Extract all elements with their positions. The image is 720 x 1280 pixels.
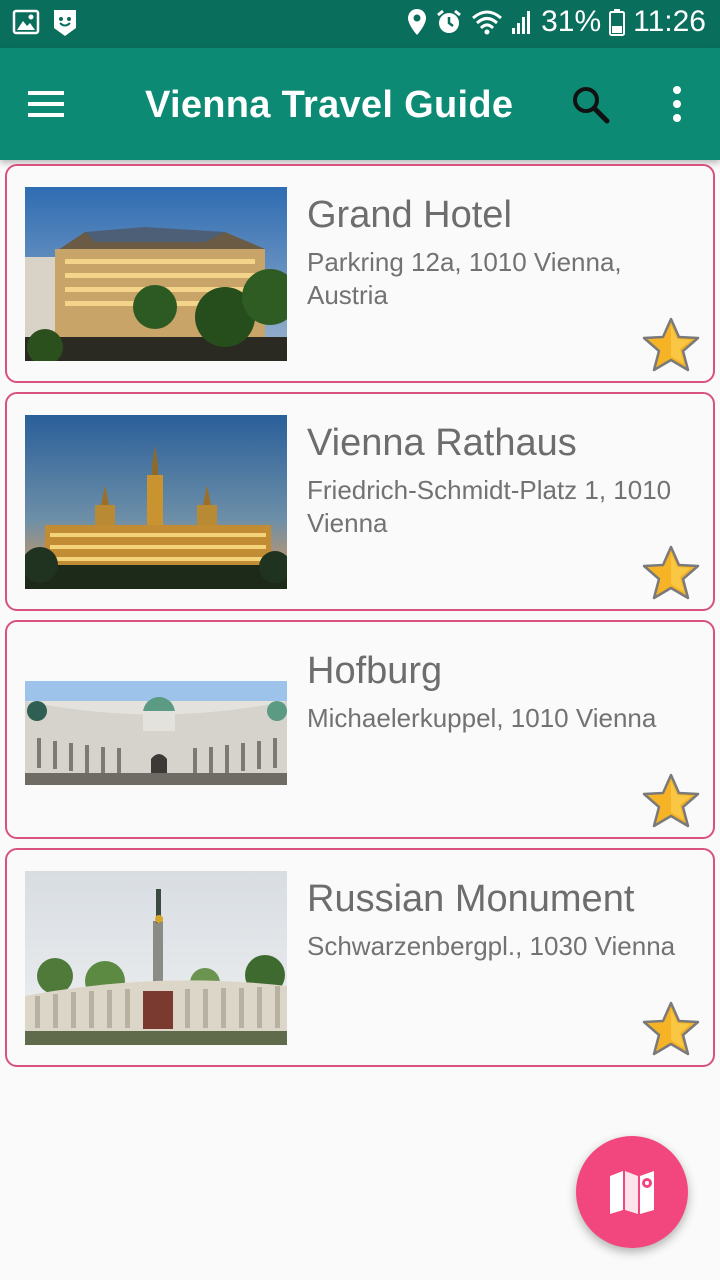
place-address: Parkring 12a, 1010 Vienna, Austria bbox=[307, 247, 622, 310]
image-icon bbox=[12, 8, 40, 38]
more-vert-icon bbox=[660, 86, 694, 132]
alarm-icon bbox=[435, 8, 463, 36]
favorite-button[interactable] bbox=[641, 772, 701, 830]
place-card-vienna-rathaus[interactable]: Vienna Rathaus Friedrich-Schmidt-Platz 1… bbox=[5, 392, 715, 611]
place-address: Friedrich-Schmidt-Platz 1, 1010 Vienna bbox=[307, 475, 672, 538]
signal-icon bbox=[511, 8, 533, 36]
star-icon bbox=[641, 545, 701, 606]
app-title: Vienna Travel Guide bbox=[145, 84, 514, 126]
place-photo-grand-hotel bbox=[25, 187, 287, 361]
place-card-hofburg[interactable]: Hofburg Michaelerkuppel, 1010 Vienna bbox=[5, 620, 715, 839]
star-icon bbox=[641, 1001, 701, 1062]
app-bar: Vienna Travel Guide bbox=[0, 48, 720, 160]
smiley-notification-icon bbox=[52, 8, 78, 38]
place-name: Russian Monument bbox=[307, 878, 635, 920]
place-photo-hofburg bbox=[25, 643, 287, 817]
place-card-grand-hotel[interactable]: Grand Hotel Parkring 12a, 1010 Vienna, A… bbox=[5, 164, 715, 383]
map-fab-button[interactable] bbox=[576, 1136, 688, 1248]
menu-icon bbox=[26, 91, 66, 128]
clock: 11:26 bbox=[633, 5, 706, 38]
location-icon bbox=[407, 8, 427, 36]
place-name: Vienna Rathaus bbox=[307, 422, 577, 464]
place-name: Hofburg bbox=[307, 650, 443, 692]
favorite-button[interactable] bbox=[641, 316, 701, 374]
wifi-icon bbox=[471, 8, 503, 36]
favorite-button[interactable] bbox=[641, 1000, 701, 1058]
more-options-button[interactable] bbox=[660, 82, 694, 128]
status-bar: 31% 11:26 bbox=[0, 0, 720, 48]
menu-button[interactable] bbox=[26, 84, 86, 128]
search-button[interactable] bbox=[568, 82, 614, 128]
place-photo-russian-monument bbox=[25, 871, 287, 1045]
favorite-button[interactable] bbox=[641, 544, 701, 602]
place-photo-vienna-rathaus bbox=[25, 415, 287, 589]
place-name: Grand Hotel bbox=[307, 194, 512, 236]
star-icon bbox=[641, 317, 701, 378]
battery-percent: 31% bbox=[541, 5, 602, 38]
battery-icon bbox=[609, 8, 626, 36]
star-icon bbox=[641, 773, 701, 834]
search-icon bbox=[568, 87, 614, 132]
place-card-russian-monument[interactable]: Russian Monument Schwarzenbergpl., 1030 … bbox=[5, 848, 715, 1067]
place-address: Schwarzenbergpl., 1030 Vienna bbox=[307, 931, 676, 961]
place-address: Michaelerkuppel, 1010 Vienna bbox=[307, 703, 657, 733]
